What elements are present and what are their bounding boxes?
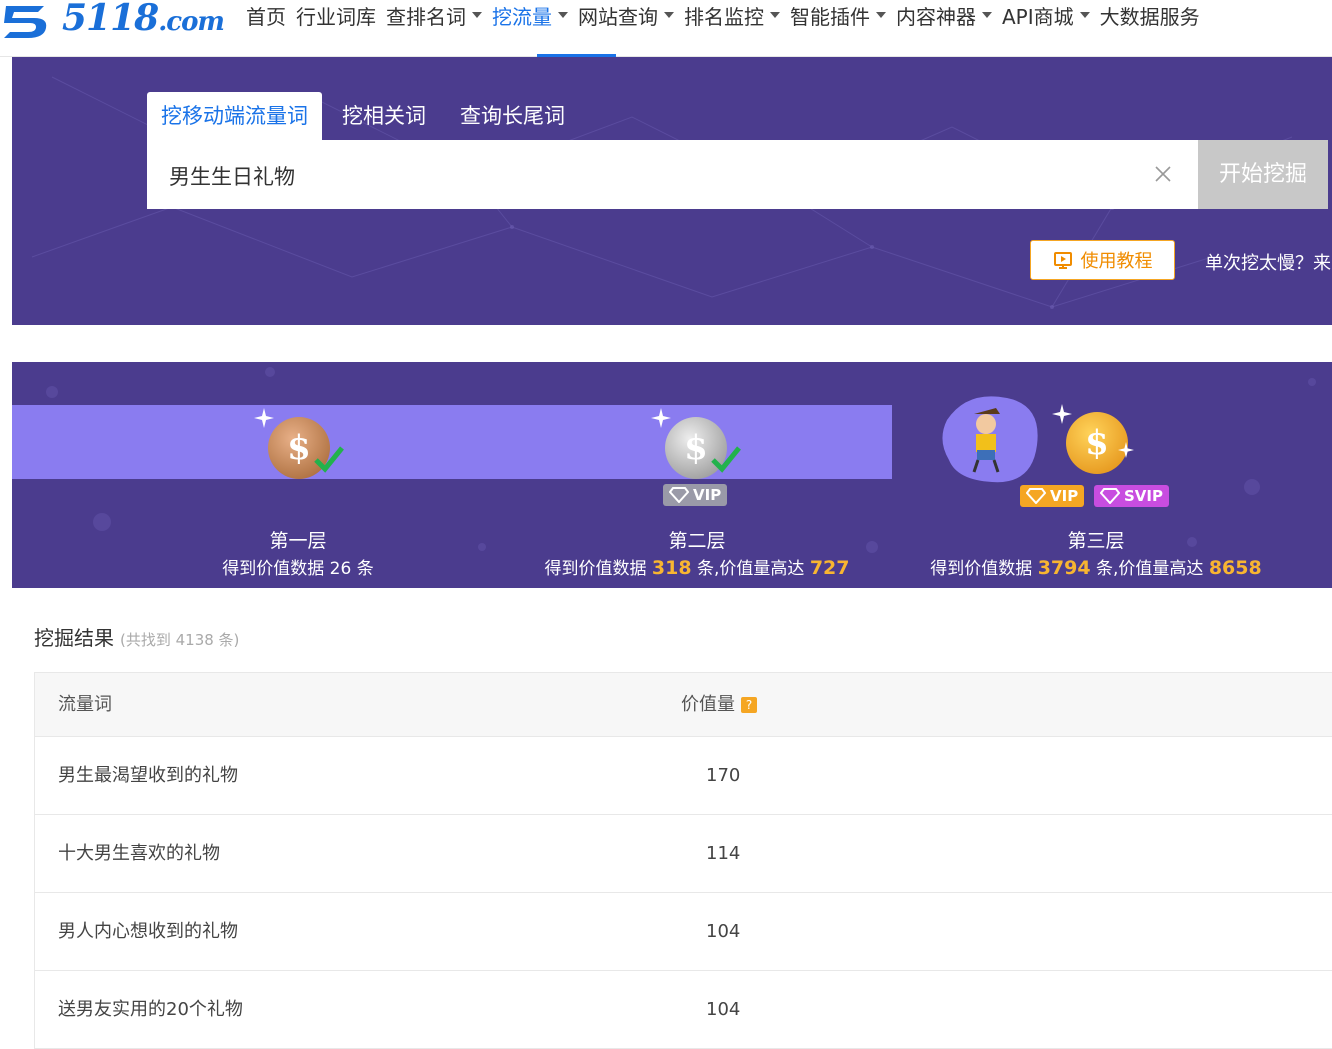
chevron-down-icon <box>472 12 482 18</box>
chevron-down-icon <box>1079 12 1090 18</box>
close-icon[interactable] <box>1153 164 1173 184</box>
level-3: $ VIP SVIP 第三层 得到价值数据 3794 条,价值量高达 8658 <box>896 362 1296 588</box>
chevron-down-icon <box>876 12 886 18</box>
sparkle-icon <box>254 408 274 428</box>
logo-text: 5118.com <box>62 0 225 39</box>
nav-item-dig-traffic[interactable]: 挖流量 <box>492 1 568 30</box>
miner-icon <box>972 408 1000 473</box>
tutorial-icon <box>1053 252 1072 269</box>
table-row[interactable]: 男生最渴望收到的礼物 170 <box>34 737 1332 815</box>
table-header: 流量词 价值量? <box>34 672 1332 737</box>
diamond-icon <box>1100 488 1120 504</box>
level-title: 第一层 <box>269 530 327 552</box>
level-title: 第二层 <box>668 530 726 552</box>
nav-item-content-tools[interactable]: 内容神器 <box>896 1 992 30</box>
diamond-icon <box>669 487 689 503</box>
vip-badge: VIP <box>1020 485 1085 507</box>
table-row[interactable]: 男人内心想收到的礼物 104 <box>34 893 1332 971</box>
logo[interactable]: 5118.com <box>0 0 225 42</box>
results-table: 流量词 价值量? 男生最渴望收到的礼物 170 十大男生喜欢的礼物 114 男人… <box>34 672 1332 1049</box>
results-title: 挖掘结果 <box>34 626 114 650</box>
search-tabs: 挖移动端流量词 挖相关词 查询长尾词 <box>147 92 585 140</box>
diamond-icon <box>1026 488 1046 504</box>
sparkle-icon <box>1052 404 1072 424</box>
logo-icon <box>4 6 47 38</box>
nav-item-rank-monitor[interactable]: 排名监控 <box>684 1 780 30</box>
table-row[interactable]: 送男友实用的20个礼物 104 <box>34 971 1332 1049</box>
chevron-down-icon <box>664 12 674 18</box>
top-nav: 5118.com 首页 行业词库 查排名词 挖流量 网站查询 排名监控 智能插件… <box>0 0 1332 57</box>
row-value: 104 <box>706 921 741 942</box>
row-keyword[interactable]: 十大男生喜欢的礼物 <box>58 815 220 892</box>
results-header: 挖掘结果 (共找到 4138 条) <box>34 622 239 651</box>
tutorial-label: 使用教程 <box>1080 251 1153 272</box>
table-row[interactable]: 十大男生喜欢的礼物 114 <box>34 815 1332 893</box>
chevron-down-icon <box>558 12 568 18</box>
level-desc: 得到价值数据 26 条 <box>222 559 374 579</box>
tab-related-words[interactable]: 挖相关词 <box>328 92 440 140</box>
nav-item-site-query[interactable]: 网站查询 <box>578 1 674 30</box>
nav-item-industry-words[interactable]: 行业词库 <box>296 1 376 30</box>
tab-mobile-traffic-words[interactable]: 挖移动端流量词 <box>147 92 322 140</box>
nav-item-rank-words[interactable]: 查排名词 <box>386 1 482 30</box>
start-dig-button[interactable]: 开始挖掘 <box>1198 140 1328 209</box>
row-keyword[interactable]: 送男友实用的20个礼物 <box>58 971 243 1048</box>
level-1: $ 第一层 得到价值数据 26 条 <box>98 362 498 588</box>
tutorial-button[interactable]: 使用教程 <box>1030 240 1175 280</box>
nav-item-api-store[interactable]: API商城 <box>1002 1 1090 30</box>
nav-menu: 首页 行业词库 查排名词 挖流量 网站查询 排名监控 智能插件 内容神器 API… <box>246 0 1210 30</box>
chevron-down-icon <box>770 12 780 18</box>
nav-item-smart-plugin[interactable]: 智能插件 <box>790 1 886 30</box>
column-header-keyword[interactable]: 流量词 <box>58 673 112 736</box>
row-value: 114 <box>706 843 741 864</box>
row-keyword[interactable]: 男人内心想收到的礼物 <box>58 893 238 970</box>
help-icon[interactable]: ? <box>741 697 757 713</box>
sparkle-icon <box>651 408 671 428</box>
check-icon <box>314 446 344 473</box>
tab-long-tail-words[interactable]: 查询长尾词 <box>446 92 579 140</box>
level-title: 第三层 <box>1067 530 1125 552</box>
nav-item-home[interactable]: 首页 <box>246 1 286 30</box>
chevron-down-icon <box>982 12 992 18</box>
search-input[interactable] <box>167 140 1131 211</box>
search-banner: 挖移动端流量词 挖相关词 查询长尾词 开始挖掘 使用教程 单次挖太慢？来 <box>12 57 1332 325</box>
row-value: 170 <box>706 765 741 786</box>
row-keyword[interactable]: 男生最渴望收到的礼物 <box>58 737 238 814</box>
row-value: 104 <box>706 999 741 1020</box>
level-desc: 得到价值数据 318 条,价值量高达 727 <box>544 557 850 579</box>
level-desc: 得到价值数据 3794 条,价值量高达 8658 <box>930 557 1262 579</box>
level-2: $ VIP 第二层 得到价值数据 318 条,价值量高达 727 <box>497 362 897 588</box>
sparkle-icon <box>1118 442 1134 458</box>
check-icon <box>711 446 741 473</box>
dig-levels-panel: $ 第一层 得到价值数据 26 条 $ VIP 第二层 得到价值数据 318 条… <box>12 362 1332 588</box>
column-header-value[interactable]: 价值量? <box>681 673 757 736</box>
nav-item-big-data[interactable]: 大数据服务 <box>1100 1 1200 30</box>
batch-dig-link[interactable]: 单次挖太慢？来 <box>1205 249 1331 275</box>
results-count: (共找到 4138 条) <box>120 631 240 649</box>
vip-badge: VIP <box>663 484 728 506</box>
svip-badge: SVIP <box>1094 485 1169 507</box>
search-box <box>147 140 1198 211</box>
